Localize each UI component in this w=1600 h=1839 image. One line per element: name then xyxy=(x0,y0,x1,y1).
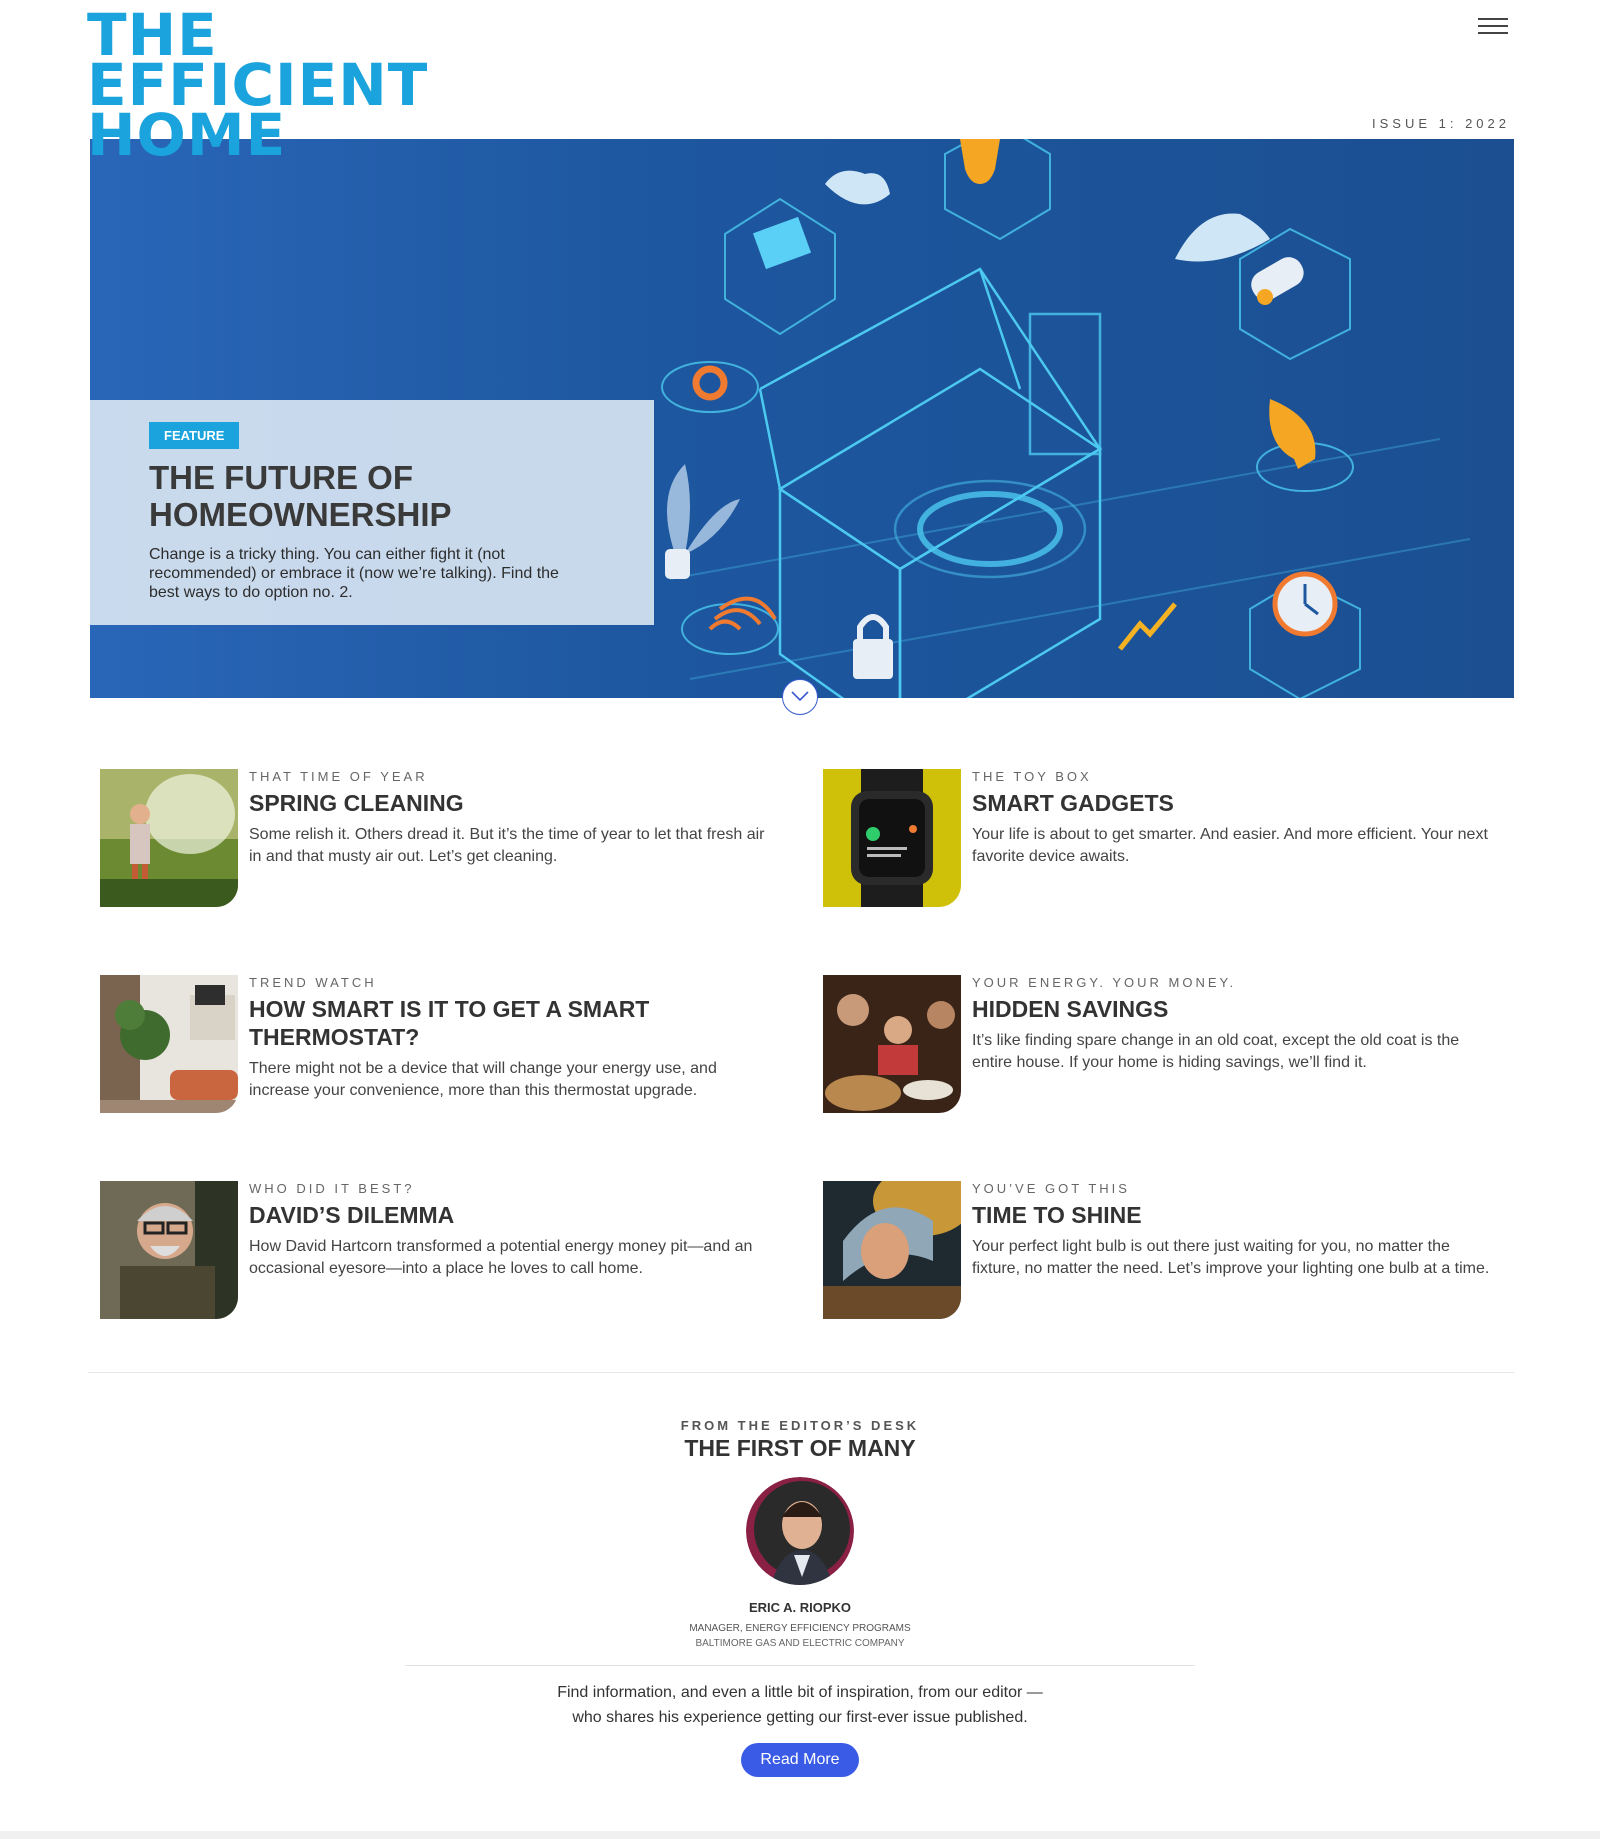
article-description: There might not be a device that will ch… xyxy=(249,1060,717,1099)
editor-avatar xyxy=(746,1477,854,1585)
editor-divider xyxy=(405,1665,1195,1666)
article-card[interactable]: WHO DID IT BEST? DAVID’S DILEMMA How Dav… xyxy=(100,1181,790,1321)
article-title[interactable]: DAVID’S DILEMMA xyxy=(249,1201,779,1229)
hero-banner[interactable]: FEATURE THE FUTURE OF HOMEOWNERSHIP Chan… xyxy=(90,139,1514,698)
article-card[interactable]: THE TOY BOX SMART GADGETS Your life is a… xyxy=(823,769,1513,909)
article-kicker: YOUR ENERGY. YOUR MONEY. xyxy=(972,975,1237,990)
editor-role: MANAGER, ENERGY EFFICIENCY PROGRAMS xyxy=(689,1623,911,1634)
chevron-down-icon xyxy=(791,691,809,702)
issue-label: ISSUE 1: 2022 xyxy=(1372,116,1510,131)
article-description: How David Hartcorn transformed a potenti… xyxy=(249,1238,753,1277)
scroll-down-button[interactable] xyxy=(782,679,818,715)
article-kicker: YOU’VE GOT THIS xyxy=(972,1181,1130,1196)
article-kicker: THE TOY BOX xyxy=(972,769,1092,784)
editor-company: BALTIMORE GAS AND ELECTRIC COMPANY xyxy=(695,1638,905,1649)
hamburger-icon[interactable] xyxy=(1478,18,1508,38)
article-description: It’s like finding spare change in an old… xyxy=(972,1032,1460,1071)
editor-name: ERIC A. RIOPKO xyxy=(748,1600,852,1615)
article-thumbnail[interactable] xyxy=(823,975,961,1113)
article-thumbnail[interactable] xyxy=(823,769,961,907)
article-title[interactable]: HOW SMART IS IT TO GET A SMART THERMOSTA… xyxy=(249,995,779,1051)
article-card[interactable]: THAT TIME OF YEAR SPRING CLEANING Some r… xyxy=(100,769,790,909)
site-logo[interactable]: THE EFFICIENT HOME xyxy=(87,6,428,164)
editor-kicker: FROM THE EDITOR’S DESK xyxy=(680,1418,920,1433)
article-thumbnail[interactable] xyxy=(823,1181,961,1319)
feature-description: Change is a tricky thing. You can either… xyxy=(149,546,559,601)
footer-band xyxy=(0,1831,1600,1839)
article-thumbnail[interactable] xyxy=(100,975,238,1113)
article-kicker: WHO DID IT BEST? xyxy=(249,1181,415,1196)
article-description: Some relish it. Others dread it. But it’… xyxy=(249,826,765,865)
editor-section: FROM THE EDITOR’S DESK THE FIRST OF MANY… xyxy=(0,1418,1600,1777)
article-description: Your perfect light bulb is out there jus… xyxy=(972,1238,1490,1277)
article-title[interactable]: SMART GADGETS xyxy=(972,789,1502,817)
editor-title: THE FIRST OF MANY xyxy=(684,1435,916,1461)
article-description: Your life is about to get smarter. And e… xyxy=(972,826,1488,865)
article-kicker: TREND WATCH xyxy=(249,975,377,990)
feature-tag: FEATURE xyxy=(149,422,240,449)
feature-title[interactable]: THE FUTURE OF HOMEOWNERSHIP xyxy=(149,459,569,533)
article-thumbnail[interactable] xyxy=(100,769,238,907)
article-title[interactable]: HIDDEN SAVINGS xyxy=(972,995,1502,1023)
article-card[interactable]: YOUR ENERGY. YOUR MONEY. HIDDEN SAVINGS … xyxy=(823,975,1513,1115)
article-card[interactable]: YOU’VE GOT THIS TIME TO SHINE Your perfe… xyxy=(823,1181,1513,1321)
editor-text: Find information, and even a little bit … xyxy=(557,1684,1043,1726)
section-divider xyxy=(88,1372,1514,1373)
article-thumbnail[interactable] xyxy=(100,1181,238,1319)
article-card[interactable]: TREND WATCH HOW SMART IS IT TO GET A SMA… xyxy=(100,975,790,1115)
article-title[interactable]: SPRING CLEANING xyxy=(249,789,779,817)
feature-card[interactable]: FEATURE THE FUTURE OF HOMEOWNERSHIP Chan… xyxy=(90,400,654,625)
read-more-button[interactable]: Read More xyxy=(741,1743,859,1777)
article-title[interactable]: TIME TO SHINE xyxy=(972,1201,1502,1229)
article-kicker: THAT TIME OF YEAR xyxy=(249,769,428,784)
